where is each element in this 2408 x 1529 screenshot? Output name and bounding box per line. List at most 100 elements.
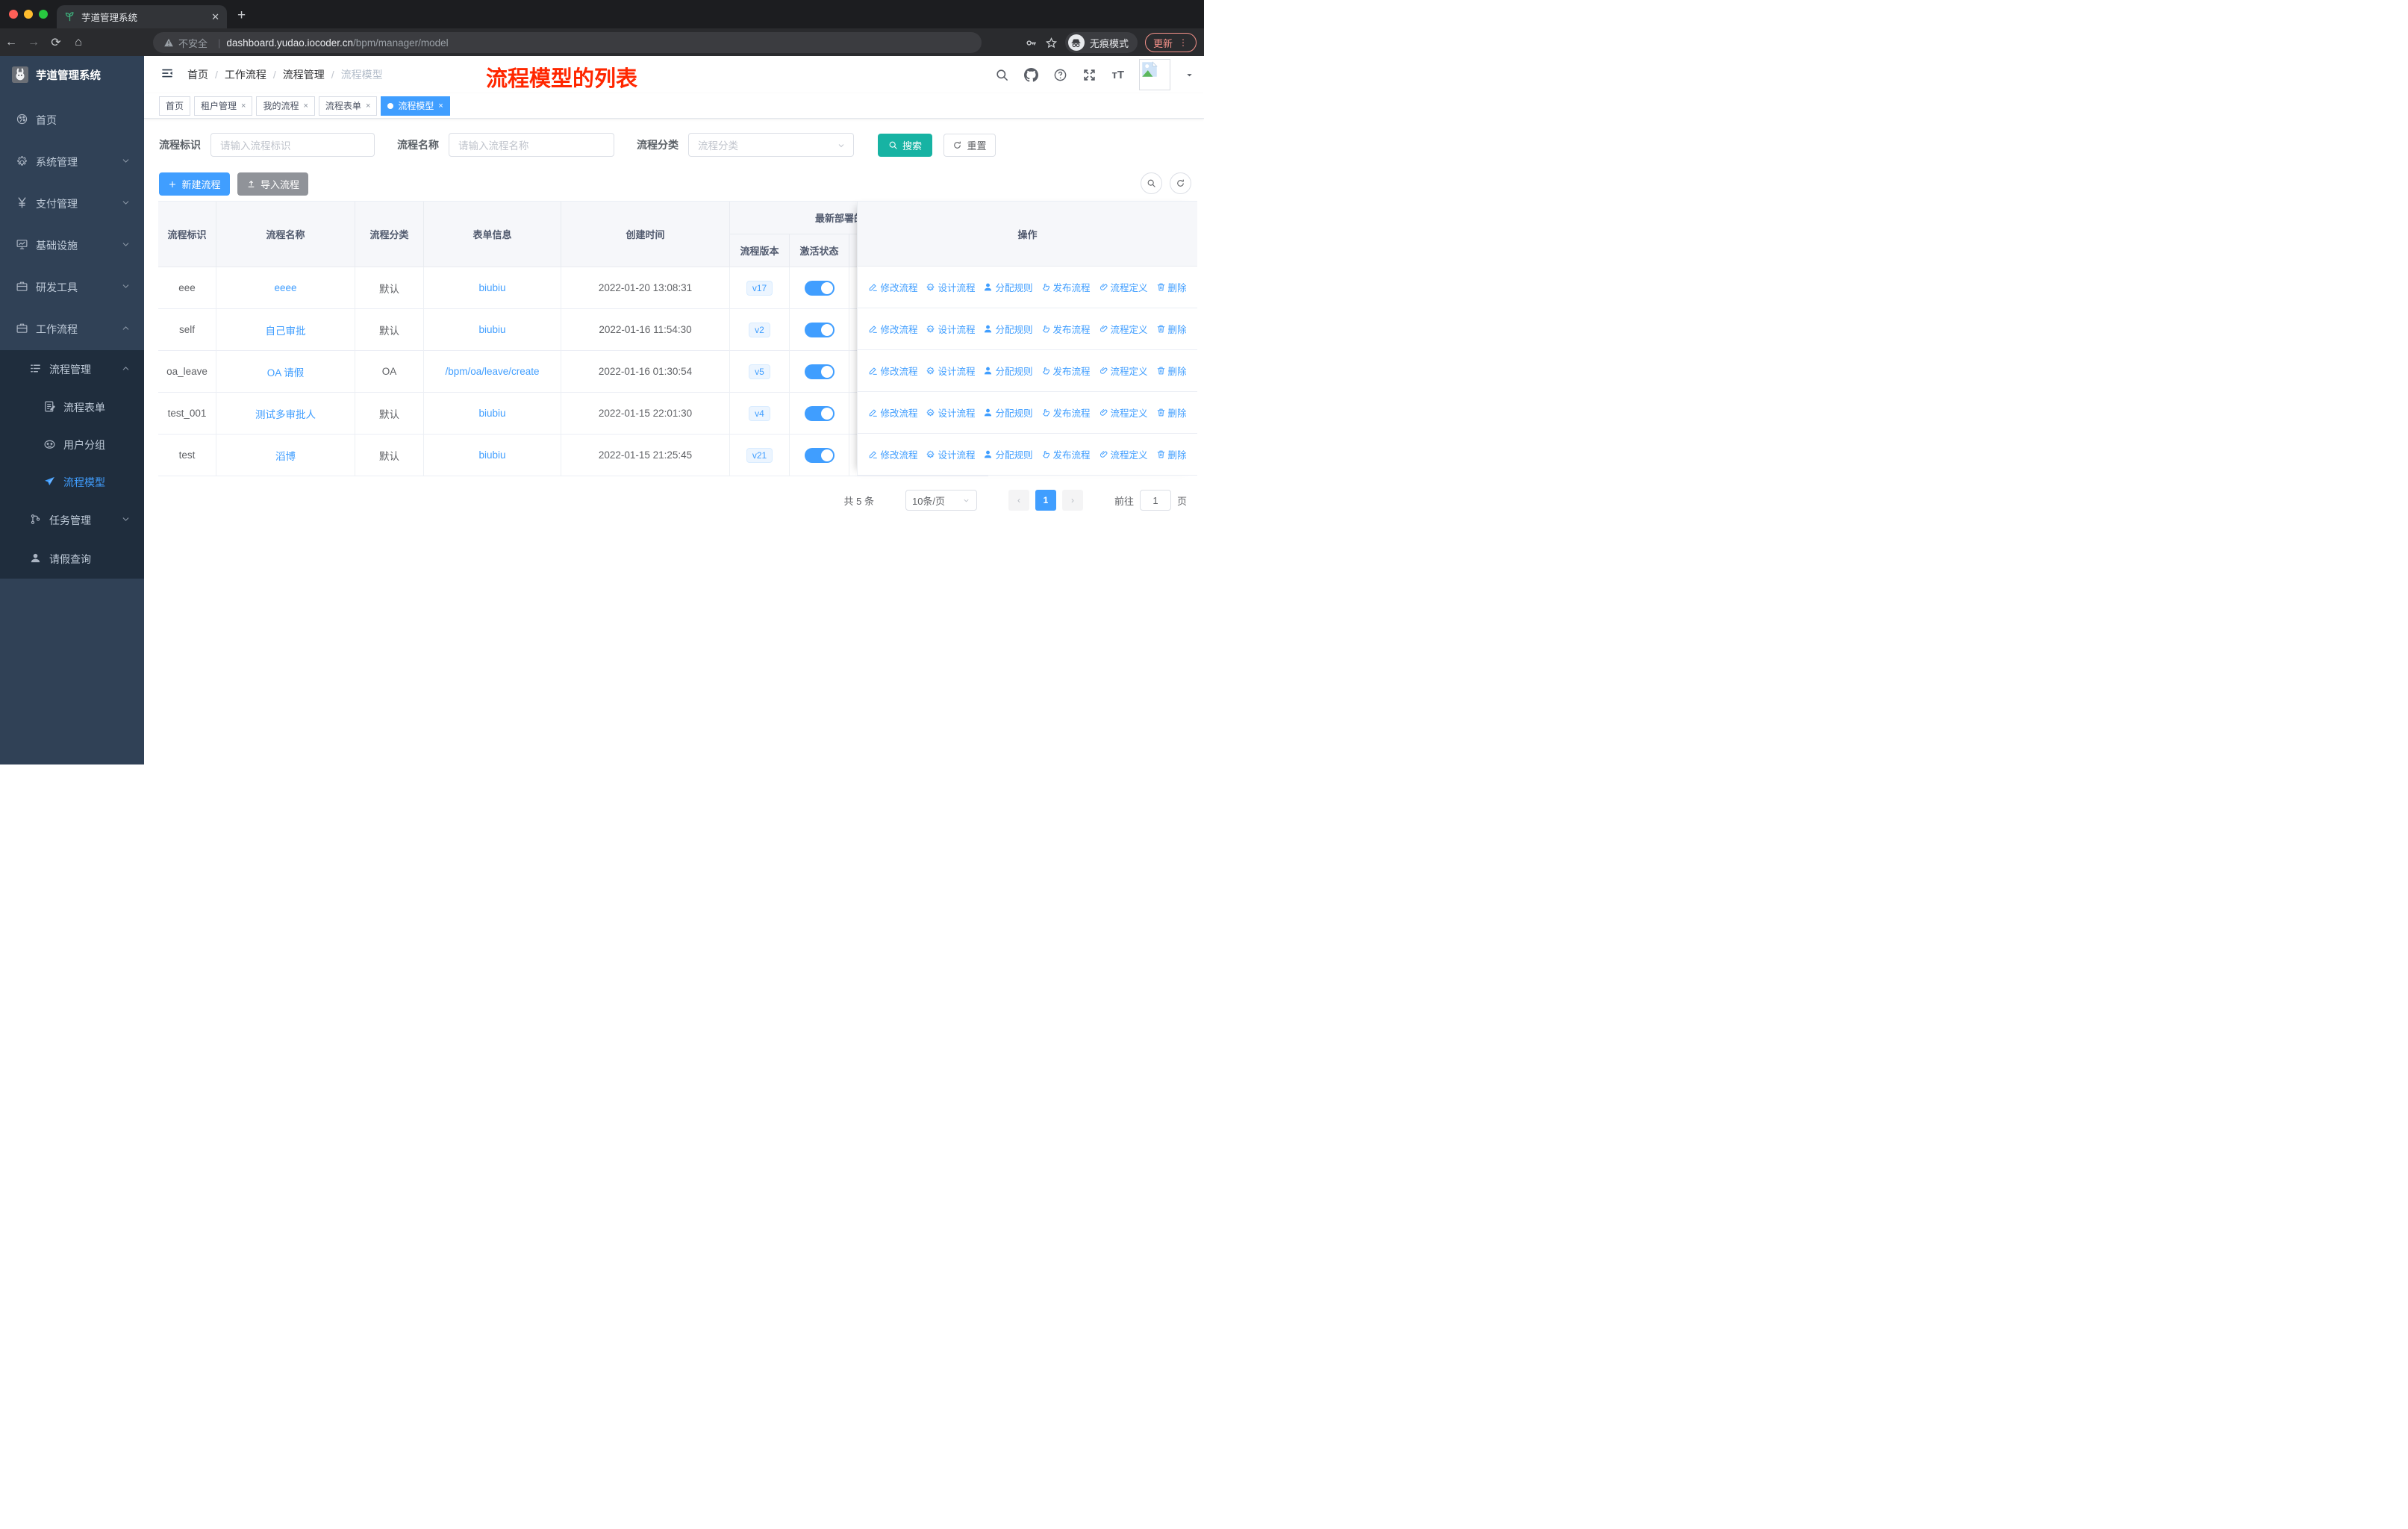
prev-page-button[interactable]: ‹ (1008, 490, 1029, 511)
version-badge[interactable]: v21 (746, 447, 773, 463)
version-badge[interactable]: v5 (749, 364, 770, 379)
row-name-link[interactable]: OA 请假 (267, 364, 305, 379)
modify-process-link[interactable]: 修改流程 (868, 364, 917, 378)
active-status-toggle[interactable] (804, 447, 835, 463)
design-process-link[interactable]: 设计流程 (926, 405, 975, 420)
breadcrumb-workflow[interactable]: 工作流程 (225, 67, 266, 82)
home-button[interactable]: ⌂ (67, 36, 90, 49)
version-badge[interactable]: v4 (749, 405, 770, 421)
delete-link[interactable]: 删除 (1156, 405, 1187, 420)
github-icon[interactable] (1024, 68, 1038, 82)
process-definition-link[interactable]: 流程定义 (1099, 322, 1148, 336)
header-search-icon[interactable] (995, 68, 1009, 82)
assign-rule-link[interactable]: 分配规则 (983, 322, 1033, 336)
active-status-toggle[interactable] (804, 322, 835, 337)
next-page-button[interactable]: › (1061, 490, 1083, 511)
tag-home[interactable]: 首页 (159, 96, 191, 116)
breadcrumb-home[interactable]: 首页 (187, 67, 208, 82)
process-name-input[interactable]: 请输入流程名称 (449, 133, 614, 157)
sidebar-item-process-form[interactable]: 流程表单 (0, 389, 144, 426)
active-status-toggle[interactable] (804, 364, 835, 379)
publish-process-link[interactable]: 发布流程 (1041, 280, 1091, 294)
design-process-link[interactable]: 设计流程 (926, 322, 975, 336)
tag-tenant[interactable]: 租户管理 × (194, 96, 253, 116)
design-process-link[interactable]: 设计流程 (926, 364, 975, 378)
modify-process-link[interactable]: 修改流程 (868, 405, 917, 420)
sidebar-item-payment[interactable]: 支付管理 (0, 183, 144, 225)
new-tab-button[interactable]: + (237, 7, 246, 24)
window-close-button[interactable] (9, 10, 18, 19)
sidebar-logo[interactable]: 芋道管理系统 (0, 56, 144, 93)
search-button[interactable]: 搜索 (878, 133, 932, 157)
tab-close-icon[interactable]: ✕ (211, 12, 219, 22)
font-size-icon[interactable]: ᴛT (1111, 69, 1124, 81)
sidebar-item-user-group[interactable]: 用户分组 (0, 426, 144, 464)
page-size-select[interactable]: 10条/页 (905, 490, 977, 511)
assign-rule-link[interactable]: 分配规则 (983, 447, 1033, 461)
version-badge[interactable]: v17 (746, 280, 773, 296)
row-name-link[interactable]: 自己审批 (266, 323, 306, 337)
row-form-link[interactable]: biubiu (478, 324, 505, 335)
breadcrumb-process-mgmt[interactable]: 流程管理 (283, 67, 325, 82)
fullscreen-icon[interactable] (1082, 68, 1097, 82)
tag-process-model[interactable]: 流程模型 × (381, 96, 450, 116)
password-key-icon[interactable] (1025, 37, 1038, 49)
row-form-link[interactable]: biubiu (478, 282, 505, 293)
create-process-button[interactable]: 新建流程 (159, 172, 230, 196)
chrome-update-button[interactable]: 更新 ⋮ (1144, 33, 1197, 52)
publish-process-link[interactable]: 发布流程 (1041, 322, 1091, 336)
modify-process-link[interactable]: 修改流程 (868, 280, 917, 294)
category-select[interactable]: 流程分类 (688, 133, 854, 157)
publish-process-link[interactable]: 发布流程 (1041, 364, 1091, 378)
back-button[interactable]: ← (0, 36, 22, 49)
reset-button[interactable]: 重置 (943, 133, 996, 157)
tag-close-icon[interactable]: × (366, 102, 370, 110)
browser-tab[interactable]: 芋道管理系统 ✕ (57, 5, 227, 28)
active-status-toggle[interactable] (804, 405, 835, 421)
chrome-menu-icon[interactable]: ⋮ (1179, 37, 1188, 48)
page-1-button[interactable]: 1 (1035, 490, 1056, 511)
tag-process-form[interactable]: 流程表单 × (318, 96, 378, 116)
import-process-button[interactable]: 导入流程 (237, 172, 308, 196)
tag-close-icon[interactable]: × (303, 102, 308, 110)
process-definition-link[interactable]: 流程定义 (1099, 447, 1148, 461)
address-bar[interactable]: 不安全 | dashboard.yudao.iocoder.cn/bpm/man… (153, 32, 982, 53)
sidebar-item-home[interactable]: 首页 (0, 99, 144, 141)
delete-link[interactable]: 删除 (1156, 322, 1187, 336)
design-process-link[interactable]: 设计流程 (926, 280, 975, 294)
delete-link[interactable]: 删除 (1156, 280, 1187, 294)
process-definition-link[interactable]: 流程定义 (1099, 364, 1148, 378)
sidebar-item-workflow[interactable]: 工作流程 (0, 308, 144, 350)
sidebar-item-leave-query[interactable]: 请假查询 (0, 540, 144, 579)
goto-page-input[interactable]: 1 (1139, 490, 1171, 511)
forward-button[interactable]: → (22, 36, 45, 49)
tag-my-process[interactable]: 我的流程 × (256, 96, 315, 116)
delete-link[interactable]: 删除 (1156, 447, 1187, 461)
assign-rule-link[interactable]: 分配规则 (983, 364, 1033, 378)
modify-process-link[interactable]: 修改流程 (868, 447, 917, 461)
row-form-link[interactable]: biubiu (478, 449, 505, 461)
sidebar-item-infra[interactable]: 基础设施 (0, 225, 144, 267)
sidebar-collapse-icon[interactable] (160, 66, 174, 84)
assign-rule-link[interactable]: 分配规则 (983, 405, 1033, 420)
modify-process-link[interactable]: 修改流程 (868, 322, 917, 336)
reload-button[interactable]: ⟳ (45, 35, 67, 50)
sidebar-item-devtools[interactable]: 研发工具 (0, 267, 144, 308)
publish-process-link[interactable]: 发布流程 (1041, 405, 1091, 420)
help-icon[interactable] (1053, 68, 1067, 82)
process-definition-link[interactable]: 流程定义 (1099, 405, 1148, 420)
version-badge[interactable]: v2 (749, 322, 770, 337)
tag-close-icon[interactable]: × (241, 102, 246, 110)
refresh-table-button[interactable] (1170, 172, 1191, 194)
assign-rule-link[interactable]: 分配规则 (983, 280, 1033, 294)
avatar-caret-icon[interactable] (1185, 71, 1194, 79)
sidebar-item-process-mgmt[interactable]: 流程管理 (0, 350, 144, 389)
show-search-toggle-button[interactable] (1141, 172, 1162, 194)
process-definition-link[interactable]: 流程定义 (1099, 280, 1148, 294)
publish-process-link[interactable]: 发布流程 (1041, 447, 1091, 461)
sidebar-item-system[interactable]: 系统管理 (0, 141, 144, 183)
active-status-toggle[interactable] (804, 280, 835, 296)
sidebar-item-task-mgmt[interactable]: 任务管理 (0, 501, 144, 540)
row-name-link[interactable]: 滔博 (275, 448, 296, 463)
bookmark-star-icon[interactable] (1045, 37, 1058, 49)
